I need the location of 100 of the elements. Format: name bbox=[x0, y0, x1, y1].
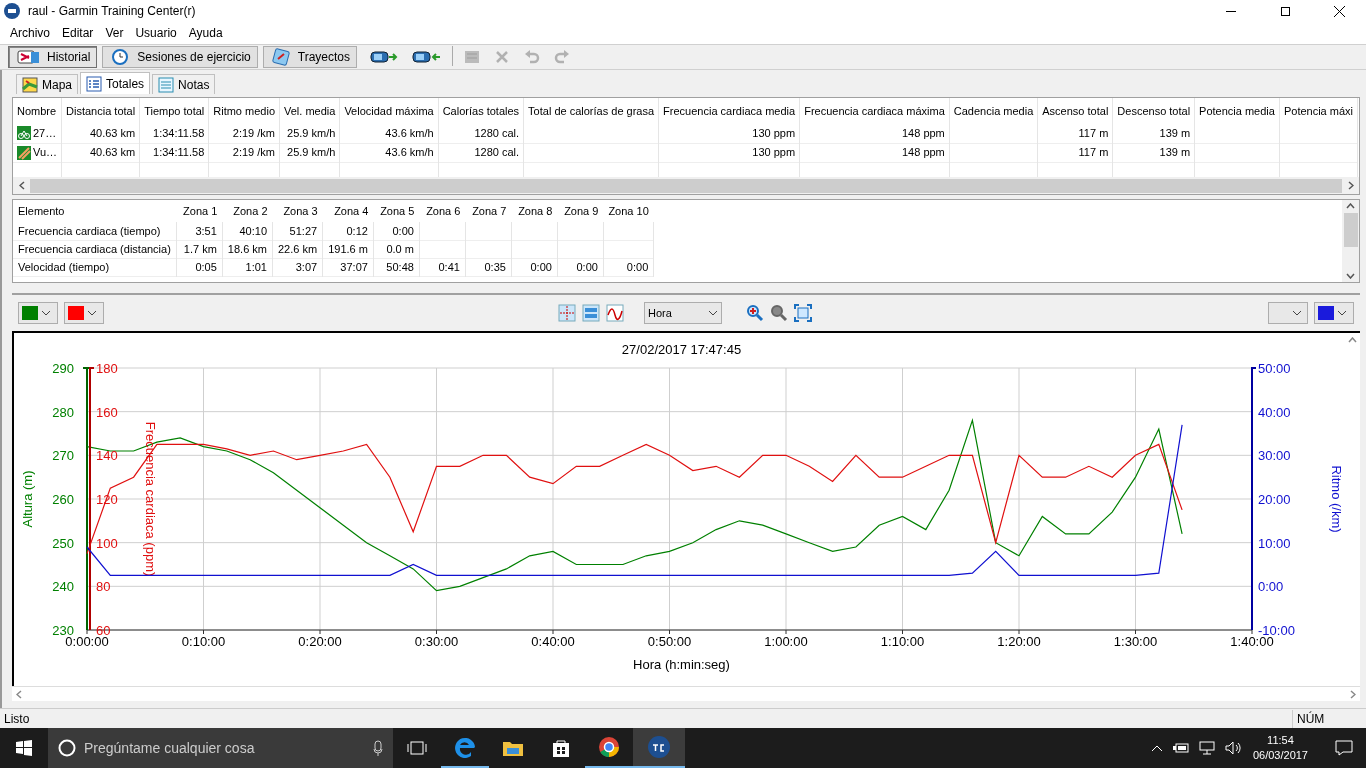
caret-icon bbox=[41, 310, 51, 316]
axis-tick-label: 250 bbox=[52, 535, 74, 551]
menu-item[interactable]: Archivo bbox=[4, 24, 56, 42]
table-cell: 139 m bbox=[1159, 146, 1191, 159]
column-header[interactable]: Zona 3 bbox=[272, 200, 323, 222]
column-header[interactable]: Zona 6 bbox=[419, 200, 466, 222]
column-header[interactable]: Velocidad máxima bbox=[339, 98, 439, 124]
axis-tick-label: 50:00 bbox=[1258, 361, 1291, 376]
table-cell: 43.6 km/h bbox=[385, 146, 434, 159]
column-header[interactable]: Zona 5 bbox=[373, 200, 420, 222]
vertical-scrollbar-thumb[interactable] bbox=[1343, 213, 1358, 247]
menu-item[interactable]: Ver bbox=[99, 24, 130, 42]
axis-tick-label: 180 bbox=[96, 361, 118, 376]
axis-tick-label: 40:00 bbox=[1258, 404, 1291, 420]
table-cell: Frecuencia cardiaca (distancia) bbox=[18, 242, 171, 255]
table-cell: 117 m bbox=[1078, 127, 1109, 139]
toolbar-button[interactable]: Historial bbox=[8, 46, 98, 68]
battery-icon[interactable] bbox=[1172, 742, 1189, 754]
tab[interactable]: Mapa bbox=[16, 74, 79, 94]
table-cell: 0.0 m bbox=[386, 242, 414, 255]
search-field[interactable]: Pregúntame cualquier cosa bbox=[84, 737, 365, 759]
list-icon bbox=[86, 75, 103, 92]
table-cell: 191.6 m bbox=[328, 242, 368, 255]
column-header[interactable]: Cadencia media bbox=[949, 98, 1038, 124]
row-name[interactable]: Vu… bbox=[33, 144, 58, 161]
tab[interactable]: Totales bbox=[80, 72, 151, 94]
clock-date[interactable]: 06/03/2017 bbox=[1252, 748, 1308, 763]
color-picker[interactable] bbox=[1314, 302, 1354, 324]
crosshair-icon[interactable] bbox=[556, 302, 578, 324]
row-name[interactable]: 27… bbox=[33, 125, 57, 142]
column-header[interactable]: Potencia máxi bbox=[1279, 98, 1358, 124]
column-header[interactable]: Frecuencia cardiaca media bbox=[658, 98, 800, 124]
app-logo-icon[interactable] bbox=[633, 728, 685, 768]
table-cell: 50:48 bbox=[386, 260, 414, 273]
route-icon bbox=[269, 48, 292, 66]
column-header[interactable]: Zona 1 bbox=[176, 200, 223, 222]
wave-icon[interactable] bbox=[604, 302, 626, 324]
chevron-up-icon[interactable] bbox=[1150, 744, 1163, 752]
toolbar-button[interactable]: Sesiones de ejercicio bbox=[102, 46, 258, 68]
column-header[interactable]: Frecuencia cardiaca máxima bbox=[799, 98, 950, 124]
bicycle-icon bbox=[17, 126, 31, 141]
caret-icon bbox=[1292, 310, 1302, 316]
column-header[interactable]: Total de calorías de grasa bbox=[523, 98, 659, 124]
table-cell: 0:00 bbox=[626, 260, 649, 273]
clock-time[interactable]: 11:54 bbox=[1267, 733, 1294, 748]
chart-title: 27/02/2017 17:47:45 bbox=[621, 342, 742, 357]
menu-item[interactable]: Editar bbox=[56, 24, 100, 42]
column-header[interactable]: Vel. media bbox=[279, 98, 340, 124]
column-header[interactable]: Zona 8 bbox=[511, 200, 558, 222]
column-header[interactable]: Potencia media bbox=[1194, 98, 1280, 124]
axis-tick-label: 1:10:00 bbox=[880, 634, 925, 649]
table-cell: 130 ppm bbox=[752, 127, 796, 139]
axis-tick-label: 1:20:00 bbox=[997, 634, 1041, 649]
route-icon bbox=[17, 145, 31, 160]
axis-tick-label: 1:00:00 bbox=[764, 634, 808, 649]
panes-icon[interactable] bbox=[580, 302, 602, 324]
time-mode-dropdown[interactable]: Hora bbox=[644, 302, 722, 324]
close-icon[interactable] bbox=[1333, 5, 1345, 17]
table-cell: 2:19 /km bbox=[232, 127, 275, 139]
table-cell: 130 ppm bbox=[752, 146, 796, 159]
table-cell: 148 ppm bbox=[901, 146, 945, 159]
column-header[interactable]: Calorías totales bbox=[438, 98, 524, 124]
column-header[interactable]: Zona 10 bbox=[603, 200, 654, 222]
caret-icon bbox=[708, 310, 718, 316]
column-header[interactable]: Distancia total bbox=[61, 98, 140, 124]
microphone-icon[interactable] bbox=[373, 740, 383, 756]
menu-item[interactable]: Ayuda bbox=[182, 24, 229, 42]
column-header[interactable]: Zona 9 bbox=[557, 200, 604, 222]
column-header[interactable]: Descenso total bbox=[1112, 98, 1195, 124]
fit-icon[interactable] bbox=[794, 304, 812, 322]
column-header[interactable]: Tiempo total bbox=[139, 98, 209, 124]
table-cell: 0:00 bbox=[392, 224, 414, 237]
horizontal-scrollbar-thumb[interactable] bbox=[30, 178, 1342, 193]
column-header[interactable]: Zona 4 bbox=[322, 200, 374, 222]
speaker-icon[interactable] bbox=[1224, 741, 1241, 755]
color-picker[interactable] bbox=[64, 302, 104, 324]
tab[interactable]: Notas bbox=[152, 74, 216, 94]
map-icon bbox=[22, 76, 38, 93]
axis-tick-label: 100 bbox=[96, 535, 118, 551]
menu-item[interactable]: Usuario bbox=[129, 24, 183, 42]
network-icon[interactable] bbox=[1198, 741, 1215, 755]
color-picker[interactable] bbox=[18, 302, 58, 324]
app-logo-icon bbox=[4, 3, 20, 19]
axis-tick-label: 80 bbox=[96, 579, 111, 595]
zoom-out-icon[interactable] bbox=[770, 304, 788, 322]
column-header[interactable]: Ritmo medio bbox=[208, 98, 280, 124]
column-header[interactable]: Nombre bbox=[13, 98, 62, 124]
column-header[interactable]: Zona 2 bbox=[222, 200, 273, 222]
column-header[interactable]: Zona 7 bbox=[465, 200, 512, 222]
table-cell: 51:27 bbox=[289, 224, 318, 237]
history-icon bbox=[15, 48, 41, 66]
axis-tick-label: 270 bbox=[52, 448, 74, 464]
table-cell: 139 m bbox=[1159, 127, 1191, 139]
table-cell: 0:05 bbox=[195, 260, 217, 273]
table-cell: 0:35 bbox=[484, 260, 506, 273]
search-bar[interactable]: Pregúntame cualquier cosa bbox=[48, 728, 393, 768]
zoom-in-icon[interactable] bbox=[746, 304, 764, 322]
column-header[interactable]: Ascenso total bbox=[1037, 98, 1113, 124]
toolbar-button[interactable]: Trayectos bbox=[262, 46, 357, 68]
column-header[interactable]: Elemento bbox=[13, 200, 177, 222]
